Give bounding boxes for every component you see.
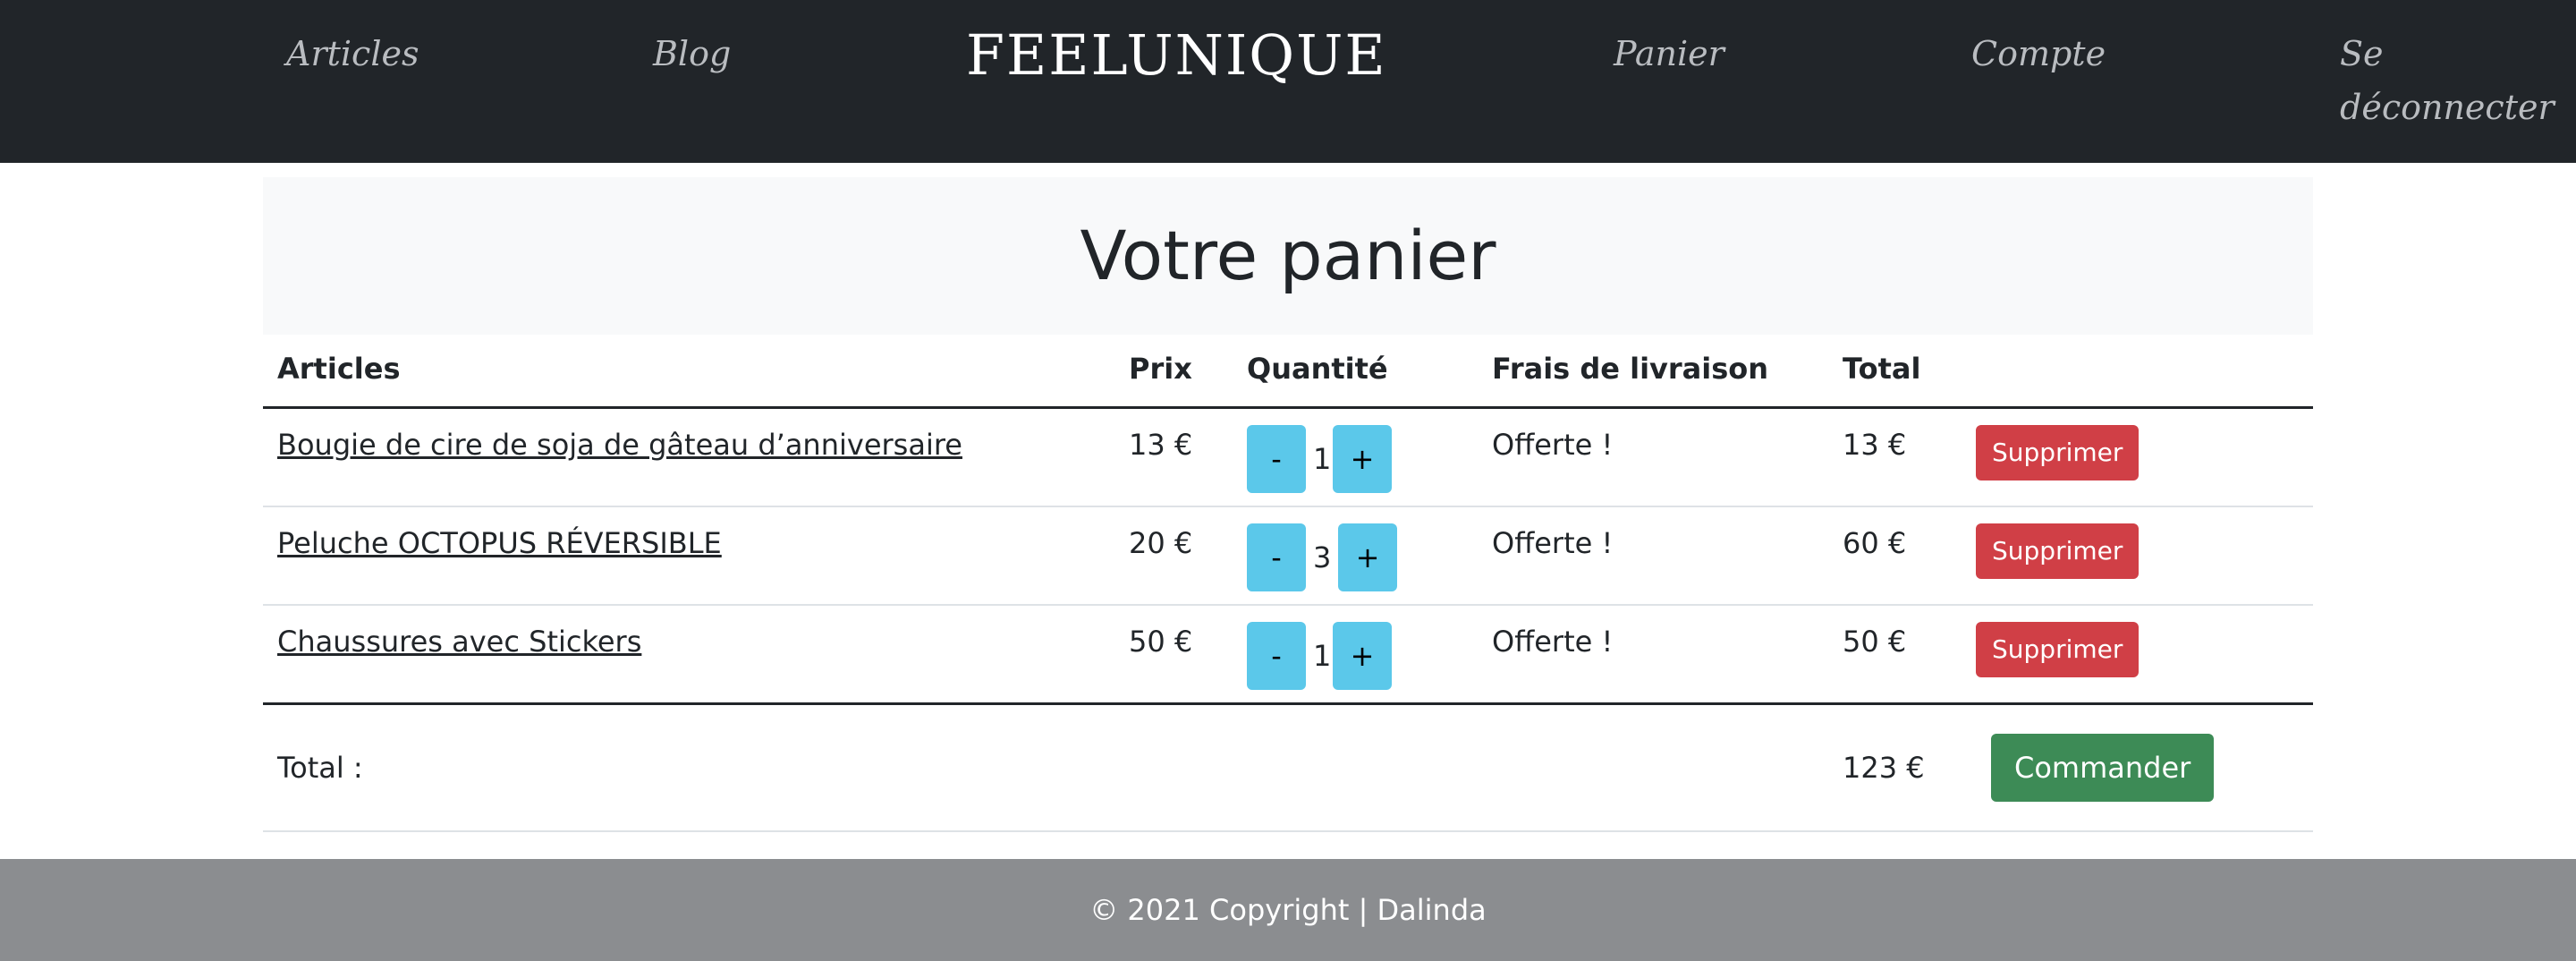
quantity-value: 3 xyxy=(1313,540,1332,574)
article-link[interactable]: Bougie de cire de soja de gâteau d’anniv… xyxy=(277,427,962,463)
item-price: 20 € xyxy=(1129,526,1193,560)
header-price: Prix xyxy=(1129,352,1192,386)
nav-link-blog[interactable]: Blog xyxy=(653,27,731,81)
item-price: 50 € xyxy=(1129,625,1193,659)
decrease-quantity-button[interactable]: - xyxy=(1247,523,1306,591)
increase-quantity-button[interactable]: + xyxy=(1333,425,1392,493)
page-title: Votre panier xyxy=(1080,216,1496,295)
title-banner: Votre panier xyxy=(263,177,2313,335)
decrease-quantity-button[interactable]: - xyxy=(1247,622,1306,690)
item-shipping: Offerte ! xyxy=(1492,428,1614,462)
item-shipping: Offerte ! xyxy=(1492,526,1614,560)
order-button[interactable]: Commander xyxy=(1991,734,2215,802)
nav-link-articles[interactable]: Articles xyxy=(286,27,419,81)
delete-button[interactable]: Supprimer xyxy=(1976,425,2140,480)
delete-button[interactable]: Supprimer xyxy=(1976,523,2140,579)
nav-link-logout[interactable]: Se déconnecter xyxy=(2340,27,2555,134)
decrease-quantity-button[interactable]: - xyxy=(1247,425,1306,493)
table-row: Chaussures avec Stickers 50 € - 1 + Offe… xyxy=(263,606,2313,705)
quantity-value: 1 xyxy=(1313,442,1332,476)
total-label: Total : xyxy=(277,751,363,785)
header-shipping: Frais de livraison xyxy=(1492,352,1769,386)
article-link[interactable]: Peluche OCTOPUS RÉVERSIBLE xyxy=(277,525,722,561)
item-price: 13 € xyxy=(1129,428,1193,462)
total-row: Total : 123 € Commander xyxy=(263,705,2313,832)
header-total: Total xyxy=(1843,352,1921,386)
copyright-text: © 2021 Copyright | Dalinda xyxy=(1089,893,1487,927)
item-total: 13 € xyxy=(1843,428,1907,462)
table-header-row: Articles Prix Quantité Frais de livraiso… xyxy=(263,336,2313,409)
cart-table: Articles Prix Quantité Frais de livraiso… xyxy=(263,336,2313,832)
table-row: Bougie de cire de soja de gâteau d’anniv… xyxy=(263,409,2313,507)
header-quantity: Quantité xyxy=(1247,352,1388,386)
article-link[interactable]: Chaussures avec Stickers xyxy=(277,624,641,659)
increase-quantity-button[interactable]: + xyxy=(1338,523,1397,591)
brand-logo[interactable]: FEELUNIQUE xyxy=(966,20,1387,91)
increase-quantity-button[interactable]: + xyxy=(1333,622,1392,690)
footer: © 2021 Copyright | Dalinda xyxy=(0,859,2576,961)
logout-line-2: déconnecter xyxy=(2340,88,2555,127)
header-articles: Articles xyxy=(277,352,401,386)
nav-link-account[interactable]: Compte xyxy=(1971,27,2106,81)
navbar: Articles Blog FEELUNIQUE Panier Compte S… xyxy=(0,0,2576,163)
nav-link-cart[interactable]: Panier xyxy=(1614,27,1724,81)
quantity-value: 1 xyxy=(1313,639,1332,673)
grand-total: 123 € xyxy=(1843,751,1925,785)
item-shipping: Offerte ! xyxy=(1492,625,1614,659)
item-total: 50 € xyxy=(1843,625,1907,659)
logout-line-1: Se xyxy=(2340,34,2384,73)
delete-button[interactable]: Supprimer xyxy=(1976,622,2140,677)
table-row: Peluche OCTOPUS RÉVERSIBLE 20 € - 3 + Of… xyxy=(263,507,2313,606)
item-total: 60 € xyxy=(1843,526,1907,560)
